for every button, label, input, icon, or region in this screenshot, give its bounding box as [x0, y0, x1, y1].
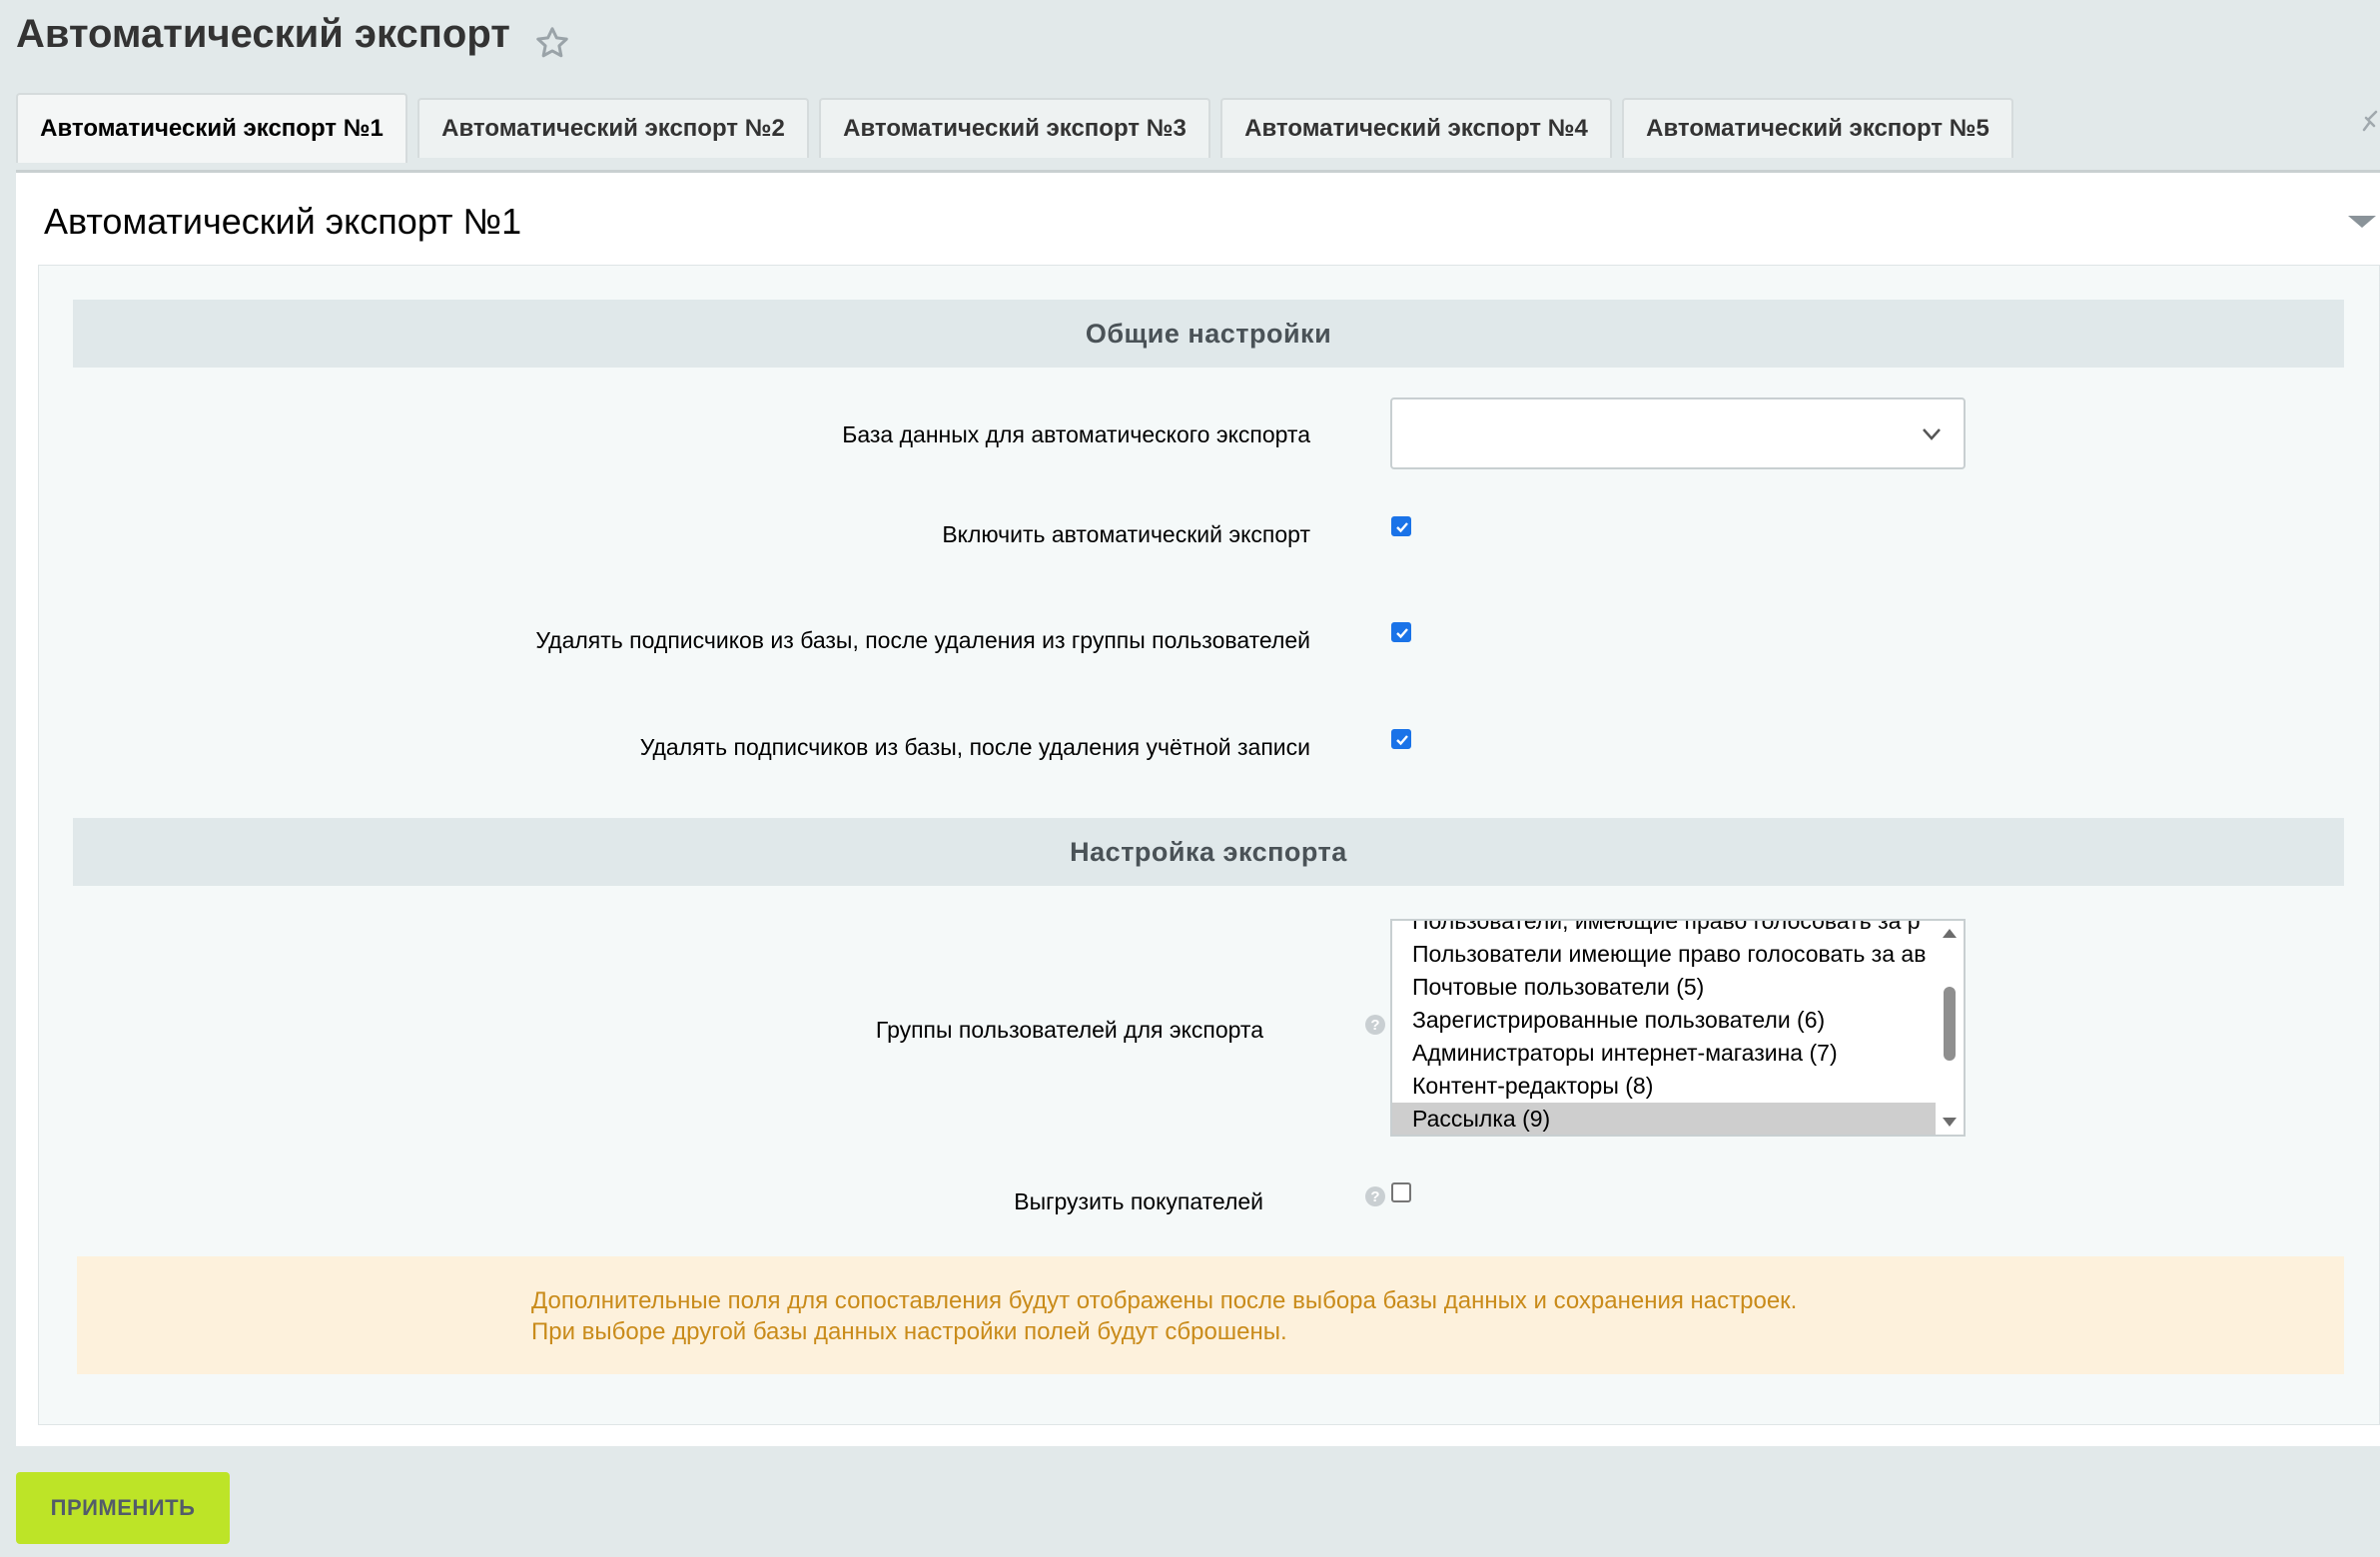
list-item[interactable]: Контент-редакторы (8) [1392, 1070, 1936, 1103]
check-icon [1396, 522, 1408, 533]
list-item[interactable]: Зарегистрированные пользователи (6) [1392, 1004, 1936, 1037]
check-icon [1396, 628, 1408, 639]
tab-export-4[interactable]: Автоматический экспорт №4 [1220, 98, 1612, 158]
chevron-down-icon [1923, 428, 1941, 440]
scroll-thumb[interactable] [1944, 987, 1956, 1061]
export-buyers-label: Выгрузить покупателей [1014, 1188, 1263, 1214]
panel-title: Автоматический экспорт №1 [44, 201, 522, 242]
pin-icon[interactable] [2362, 110, 2380, 132]
list-item-selected[interactable]: Рассылка (9) [1392, 1103, 1936, 1135]
user-groups-label: Группы пользователей для экспорта [875, 1017, 1263, 1043]
scroll-down-icon[interactable] [1942, 1117, 1958, 1129]
enable-export-label: Включить автоматический экспорт [942, 521, 1310, 547]
notice-line-2: При выборе другой базы данных настройки … [531, 1318, 1287, 1345]
tab-export-2[interactable]: Автоматический экспорт №2 [417, 98, 809, 158]
help-icon[interactable]: ? [1365, 1186, 1385, 1206]
delete-on-account-removal-label: Удалять подписчиков из базы, после удале… [639, 734, 1310, 760]
section-export-header: Настройка экспорта [73, 818, 2344, 886]
notice-message: Дополнительные поля для сопоставления бу… [77, 1256, 2344, 1374]
help-icon[interactable]: ? [1365, 1015, 1385, 1035]
list-item[interactable]: Пользователи имеющие право голосовать за… [1392, 938, 1936, 971]
page-title: Автоматический экспорт [16, 12, 510, 56]
delete-on-account-removal-checkbox[interactable] [1391, 729, 1411, 749]
database-select[interactable] [1390, 397, 1966, 469]
delete-on-group-removal-checkbox[interactable] [1391, 622, 1411, 642]
listbox-scrollbar[interactable] [1936, 921, 1964, 1135]
star-icon[interactable] [534, 25, 570, 61]
delete-on-group-removal-label: Удалять подписчиков из базы, после удале… [535, 627, 1310, 653]
notice-line-1: Дополнительные поля для сопоставления бу… [531, 1287, 1798, 1314]
tab-label: Автоматический экспорт №3 [843, 115, 1187, 142]
section-general-header: Общие настройки [73, 300, 2344, 368]
tab-export-3[interactable]: Автоматический экспорт №3 [819, 98, 1210, 158]
export-buyers-checkbox[interactable] [1391, 1182, 1411, 1202]
tab-export-5[interactable]: Автоматический экспорт №5 [1622, 98, 2013, 158]
tab-label: Автоматический экспорт №4 [1244, 115, 1588, 142]
list-item[interactable]: Пользователи, имеющие право голосовать з… [1392, 921, 1936, 938]
settings-form: Общие настройки База данных для автомати… [38, 265, 2380, 1425]
scroll-up-icon[interactable] [1942, 927, 1958, 939]
list-item[interactable]: Почтовые пользователи (5) [1392, 971, 1936, 1004]
tab-label: Автоматический экспорт №1 [40, 115, 384, 142]
user-groups-listbox[interactable]: Пользователи, имеющие право голосовать з… [1390, 919, 1966, 1137]
tab-label: Автоматический экспорт №2 [441, 115, 785, 142]
tab-panel: Автоматический экспорт №1 Общие настройк… [16, 170, 2380, 1446]
tab-export-1[interactable]: Автоматический экспорт №1 [16, 93, 407, 163]
enable-export-checkbox[interactable] [1391, 516, 1411, 536]
check-icon [1396, 735, 1408, 746]
collapse-icon[interactable] [2346, 213, 2378, 231]
tab-label: Автоматический экспорт №5 [1646, 115, 1989, 142]
database-label: База данных для автоматического экспорта [842, 421, 1310, 447]
list-item[interactable]: Администраторы интернет-магазина (7) [1392, 1037, 1936, 1070]
apply-button[interactable]: ПРИМЕНИТЬ [16, 1472, 230, 1544]
